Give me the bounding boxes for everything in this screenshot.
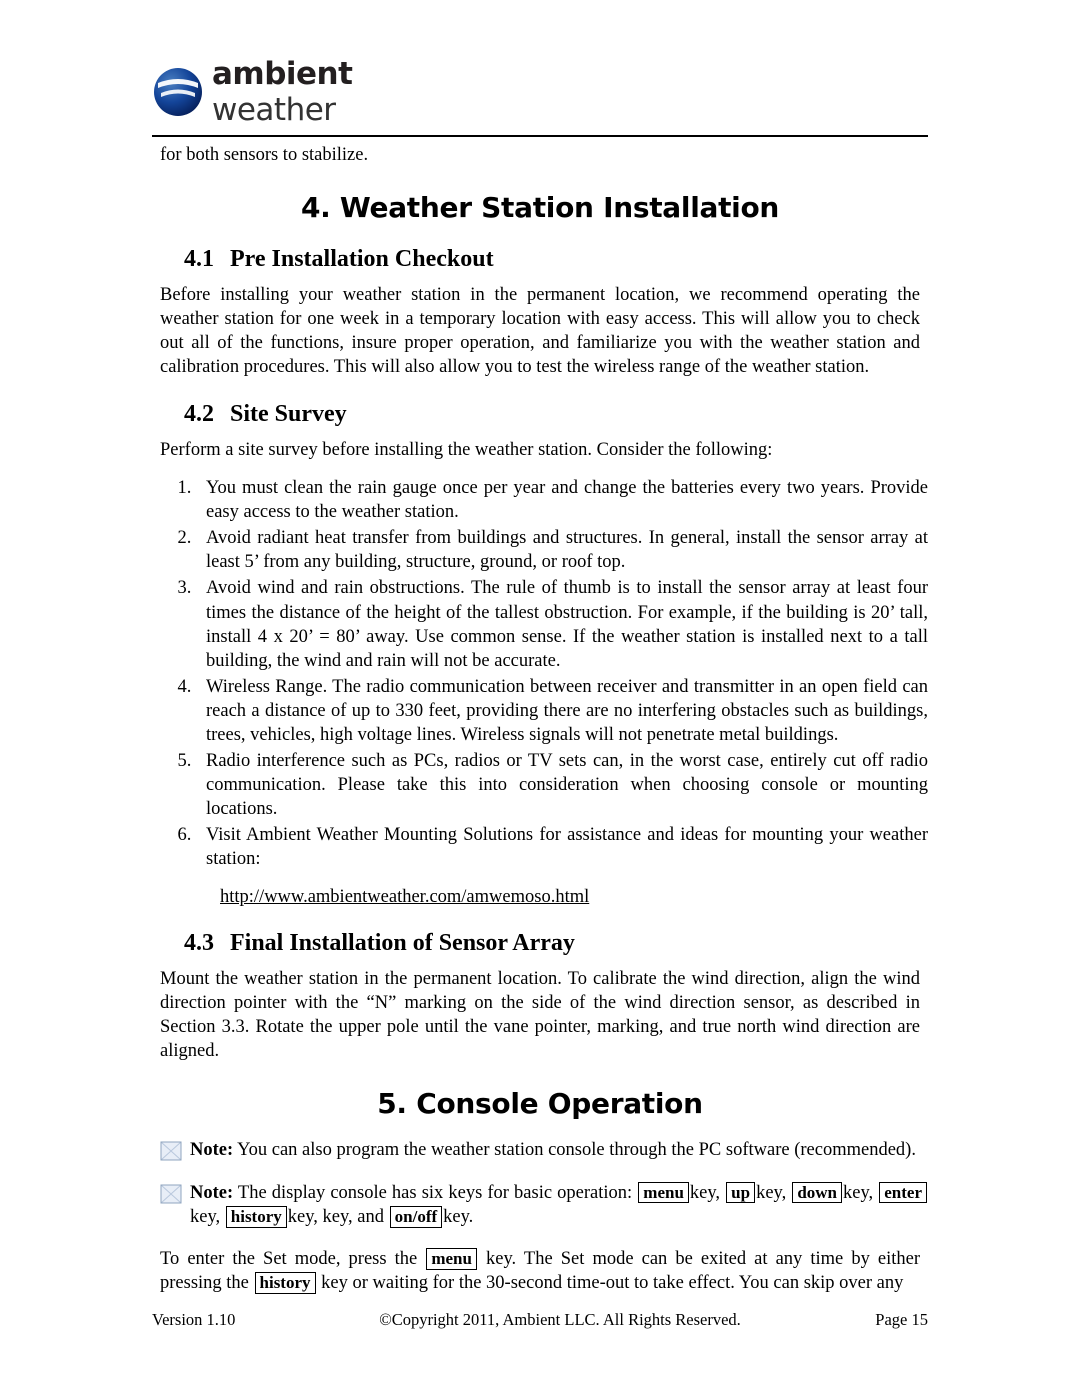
note-icon bbox=[160, 1141, 182, 1161]
footer-version: Version 1.10 bbox=[152, 1310, 236, 1329]
site-survey-list: You must clean the rain gauge once per y… bbox=[160, 476, 928, 871]
page-content: for both sensors to stabilize. 4. Weathe… bbox=[152, 138, 928, 1296]
list-item: Visit Ambient Weather Mounting Solutions… bbox=[196, 823, 928, 871]
list-item: You must clean the rain gauge once per y… bbox=[196, 476, 928, 524]
set-mode-paragraph-wrap: To enter the Set mode, press the menu ke… bbox=[160, 1247, 920, 1295]
note-block-2: Note: The display console has six keys f… bbox=[160, 1181, 928, 1230]
key-up[interactable]: up bbox=[726, 1181, 756, 1204]
note-2-text: Note: The display console has six keys f… bbox=[190, 1181, 928, 1230]
section-4-3-number: 4.3 bbox=[184, 930, 214, 957]
section-4-2-heading: 4.2 Site Survey bbox=[184, 401, 928, 428]
section-4-2-paragraph-wrap: Perform a site survey before installing … bbox=[160, 438, 920, 462]
key-word-3: key, bbox=[843, 1182, 874, 1203]
set-mode-paragraph: To enter the Set mode, press the menu ke… bbox=[160, 1247, 920, 1295]
mounting-solutions-link-wrap: http://www.ambientweather.com/amwemoso.h… bbox=[220, 887, 928, 908]
logo-word-weather: weather bbox=[212, 92, 336, 128]
key-word-6: key. bbox=[443, 1207, 474, 1228]
section-4-2-paragraph: Perform a site survey before installing … bbox=[160, 440, 773, 461]
key-history-inline[interactable]: history bbox=[254, 1272, 316, 1295]
mounting-solutions-link[interactable]: http://www.ambientweather.com/amwemoso.h… bbox=[220, 887, 589, 907]
list-item: Radio interference such as PCs, radios o… bbox=[196, 749, 928, 821]
note-icon bbox=[160, 1184, 182, 1204]
key-history[interactable]: history bbox=[225, 1206, 287, 1228]
footer-copyright: ©Copyright 2011, Ambient LLC. All Rights… bbox=[379, 1310, 741, 1329]
page-footer: Version 1.10 ©Copyright 2011, Ambient LL… bbox=[152, 1310, 928, 1330]
section-4-1-number: 4.1 bbox=[184, 246, 214, 273]
section-4-3-heading: 4.3 Final Installation of Sensor Array bbox=[184, 930, 928, 957]
logo-wordmark: ambient weather bbox=[212, 56, 452, 128]
note-2-intro: The display console has six keys for bas… bbox=[233, 1182, 638, 1203]
note-block-1: Note: You can also program the weather s… bbox=[160, 1138, 928, 1162]
note-1-text: Note: You can also program the weather s… bbox=[190, 1138, 928, 1162]
key-word-4: key, bbox=[190, 1207, 221, 1228]
chapter-5-title: 5. Console Operation bbox=[377, 1087, 703, 1121]
footer-page-number: Page 15 bbox=[875, 1310, 928, 1329]
key-menu[interactable]: menu bbox=[638, 1181, 689, 1204]
note-2-label: Note: bbox=[190, 1182, 234, 1203]
key-word-1: key, bbox=[689, 1182, 721, 1203]
section-4-1-paragraph-wrap: Before installing your weather station i… bbox=[160, 283, 920, 379]
section-4-3-title: Final Installation of Sensor Array bbox=[230, 930, 575, 957]
key-onoff[interactable]: on/off bbox=[389, 1206, 443, 1228]
section-4-2-number: 4.2 bbox=[184, 401, 214, 428]
set-mode-text-a: To enter the Set mode, press the bbox=[160, 1249, 426, 1270]
list-item: Wireless Range. The radio communication … bbox=[196, 675, 928, 747]
key-word-2: key, bbox=[756, 1182, 787, 1203]
ambient-weather-logo-icon bbox=[152, 66, 204, 118]
section-4-3-paragraph: Mount the weather station in the permane… bbox=[160, 969, 920, 1062]
key-enter[interactable]: enter bbox=[879, 1181, 928, 1204]
key-down[interactable]: down bbox=[792, 1181, 843, 1204]
header-divider bbox=[152, 135, 928, 137]
key-word-5: key, bbox=[287, 1207, 318, 1228]
set-mode-text-c: key or waiting for the 30-second time-ou… bbox=[316, 1273, 904, 1294]
key-menu-inline[interactable]: menu bbox=[426, 1248, 477, 1270]
continued-fragment: for both sensors to stabilize. bbox=[160, 145, 369, 165]
logo-word-ambient: ambient bbox=[212, 56, 353, 92]
key-word-and: key, and bbox=[317, 1207, 389, 1228]
list-item: Avoid radiant heat transfer from buildin… bbox=[196, 526, 928, 574]
section-4-1-paragraph: Before installing your weather station i… bbox=[160, 285, 920, 378]
section-4-3-paragraph-wrap: Mount the weather station in the permane… bbox=[160, 967, 920, 1063]
section-4-1-title: Pre Installation Checkout bbox=[230, 246, 494, 273]
section-4-1-heading: 4.1 Pre Installation Checkout bbox=[184, 246, 928, 273]
note-1-body: You can also program the weather station… bbox=[233, 1140, 916, 1161]
brand-logo: ambient weather bbox=[152, 56, 452, 128]
chapter-4-title: 4. Weather Station Installation bbox=[300, 191, 780, 225]
list-item: Avoid wind and rain obstructions. The ru… bbox=[196, 576, 928, 672]
document-page: ambient weather for both sensors to stab… bbox=[0, 0, 1080, 1397]
section-4-2-title: Site Survey bbox=[230, 401, 347, 428]
note-1-label: Note: bbox=[190, 1140, 234, 1161]
